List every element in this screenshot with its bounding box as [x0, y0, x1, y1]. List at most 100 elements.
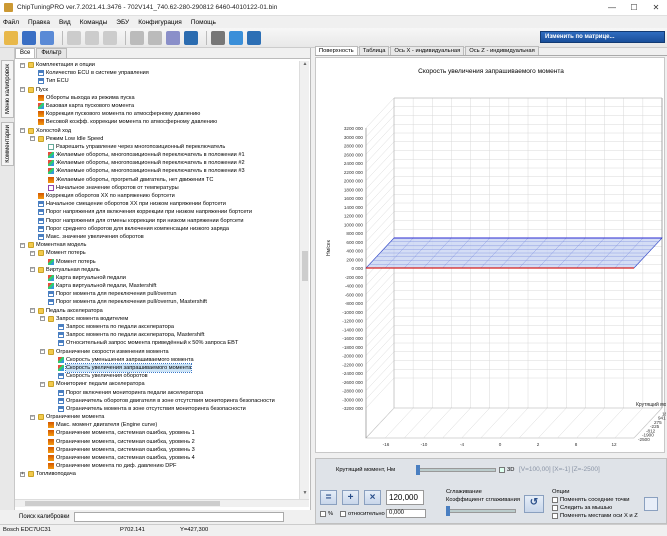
tree-horizontal-scrollbar[interactable] — [15, 499, 309, 507]
value-input[interactable]: 120,000 — [386, 490, 424, 505]
tree-item[interactable]: Скорость увеличения оборотов — [15, 372, 299, 380]
tree-vertical-scrollbar[interactable]: ▲ ▼ — [299, 61, 309, 499]
maximize-button[interactable]: ☐ — [623, 0, 645, 16]
collapse-icon[interactable]: − — [30, 414, 35, 420]
menu-ecu[interactable]: ЭБУ — [116, 19, 129, 26]
tree-item[interactable]: Порог включения мониторинга педали аксел… — [15, 389, 299, 397]
tree-item[interactable]: − Педаль акселератора — [15, 307, 299, 315]
menu-file[interactable]: Файл — [3, 19, 19, 26]
tree-item[interactable]: Ограничение момента, системная ошибка, у… — [15, 429, 299, 437]
collapse-icon[interactable]: − — [20, 128, 25, 133]
tree-item[interactable]: Желаемые обороты, многопозиционный перек… — [15, 159, 299, 167]
globe-icon[interactable] — [229, 30, 243, 45]
tools-icon[interactable] — [211, 30, 225, 45]
minimize-button[interactable]: — — [601, 0, 623, 16]
tree-item[interactable]: + Топливоподача — [15, 470, 299, 478]
tree-item[interactable]: Ограничение момента по диф. давлению DPF — [15, 462, 299, 470]
tab-axis-z[interactable]: Ось Z - индивидуальная — [465, 46, 539, 55]
tree-item[interactable]: Порог момента для переключения pull/over… — [15, 290, 299, 298]
collapse-icon[interactable]: − — [20, 242, 25, 248]
close-button[interactable]: ✕ — [645, 0, 667, 16]
tree-item[interactable]: Карта виртуальной педали — [15, 274, 299, 282]
collapse-icon[interactable]: − — [20, 62, 25, 68]
collapse-icon[interactable]: − — [20, 87, 25, 93]
tree-item[interactable]: Весовой коэфф. коррекции момента по атмо… — [15, 118, 299, 126]
tree-item[interactable]: Порог среднего оборотов для включения ко… — [15, 225, 299, 233]
tree-item[interactable]: − Моментная модель — [15, 241, 299, 249]
vtab-comments[interactable]: Комментарии — [1, 122, 14, 166]
tree-item[interactable]: Порог момента для переключения pull/over… — [15, 298, 299, 306]
tree-item[interactable]: Относительный запрос момента приведённый… — [15, 339, 299, 347]
tree-item[interactable]: − Ограничение момента — [15, 413, 299, 421]
scroll-up-icon[interactable]: ▲ — [300, 61, 310, 70]
chart-svg[interactable]: 3200 0003000 0002800 0002600 0002400 000… — [316, 58, 666, 454]
tab-all[interactable]: Все — [15, 48, 36, 58]
tree-item[interactable]: Порог напряжения для включения коррекции… — [15, 208, 299, 216]
expand-icon[interactable]: + — [20, 471, 25, 477]
tab-table[interactable]: Таблица — [358, 46, 390, 55]
tree-item[interactable]: − Ограничение скорости изменения момента — [15, 348, 299, 356]
tree-item[interactable]: Ограничение момента, системная ошибка, у… — [15, 438, 299, 446]
compare-icon[interactable] — [130, 30, 144, 45]
vtab-calibration-menu[interactable]: Меню калибровок — [1, 60, 14, 118]
tree-item[interactable]: Момент потерь — [15, 258, 299, 266]
cut-icon[interactable] — [67, 30, 81, 45]
tab-axis-x[interactable]: Ось X - индивидуальная — [390, 46, 465, 55]
tree-item[interactable]: − Момент потерь — [15, 249, 299, 257]
tree-item[interactable]: − Пуск — [15, 86, 299, 94]
tree-item[interactable]: Ограничение момента, системная ошибка, у… — [15, 454, 299, 462]
tree-item[interactable]: − Холостой ход — [15, 127, 299, 135]
tree-item[interactable]: Макс. момент двигателя (Engine curve) — [15, 421, 299, 429]
menu-config[interactable]: Конфигурация — [138, 19, 182, 26]
tree-item[interactable]: Количество ECU в системе управления — [15, 69, 299, 77]
tree-item[interactable]: Запрос момента по педали акселератора, M… — [15, 331, 299, 339]
tree-item[interactable]: Макс. значение увеличения оборотов — [15, 233, 299, 241]
tree-item[interactable]: Порог напряжения для отмены коррекции пр… — [15, 217, 299, 225]
tree-item[interactable]: − Запрос момента водителем — [15, 315, 299, 323]
paste-icon[interactable] — [103, 30, 117, 45]
checkbox-3d[interactable] — [499, 467, 505, 473]
save-icon[interactable] — [22, 30, 36, 45]
menu-edit[interactable]: Правка — [28, 19, 50, 26]
tree-item[interactable]: Ограничитель момента в зоне отсутствия м… — [15, 405, 299, 413]
collapse-icon[interactable]: − — [30, 308, 35, 314]
tree-item[interactable]: − Режим Low Idle Speed — [15, 135, 299, 143]
checkbox-follow-mouse[interactable] — [552, 505, 558, 511]
scroll-down-icon[interactable]: ▼ — [300, 490, 310, 499]
collapse-icon[interactable]: − — [40, 349, 45, 355]
plus-button[interactable]: + — [342, 490, 359, 505]
collapse-icon[interactable]: − — [40, 316, 45, 322]
tree-item[interactable]: Базовая карта пускового момента — [15, 102, 299, 110]
collapse-icon[interactable]: − — [30, 267, 35, 273]
relative-value-input[interactable]: 0,000 — [386, 509, 426, 518]
navigate-icon[interactable] — [184, 30, 198, 45]
tab-surface[interactable]: Поверхность — [315, 46, 358, 55]
tree-item[interactable]: Обороты выхода из режима пуска — [15, 94, 299, 102]
tree-item[interactable]: Желаемые обороты, многопозиционный перек… — [15, 167, 299, 175]
menu-view[interactable]: Вид — [59, 19, 71, 26]
collapse-icon[interactable]: − — [30, 250, 35, 256]
save-as-icon[interactable] — [40, 30, 54, 45]
tree-item[interactable]: Желаемые обороты, прогретый двигатель, н… — [15, 176, 299, 184]
menu-help[interactable]: Помощь — [191, 19, 216, 26]
checkbox-swap-axes[interactable] — [552, 513, 558, 519]
tree-item[interactable]: − Комплектация и опции — [15, 61, 299, 69]
tree-item[interactable]: Коррекция пускового момента по атмосферн… — [15, 110, 299, 118]
tree-item[interactable]: Ограничитель оборотов двигателя в зоне о… — [15, 397, 299, 405]
menu-commands[interactable]: Команды — [80, 19, 108, 26]
tree-item[interactable]: Карта виртуальной педали, Mastershift — [15, 282, 299, 290]
tree-item[interactable]: Ограничение момента, системная ошибка, у… — [15, 446, 299, 454]
matrix-selector[interactable]: Изменить по матрице... — [540, 31, 665, 43]
copy-icon[interactable] — [85, 30, 99, 45]
torque-slider[interactable] — [416, 468, 496, 472]
tree-item[interactable]: Начальное смещение оборотов ХХ при низко… — [15, 200, 299, 208]
slider-handle[interactable] — [416, 465, 420, 475]
checkbox-swap-adjacent[interactable] — [552, 497, 558, 503]
checkbox-percent[interactable] — [320, 511, 326, 517]
smoothing-slider[interactable] — [446, 509, 516, 513]
tree-item[interactable]: Желаемые обороты, многопозиционный перек… — [15, 151, 299, 159]
help-icon[interactable] — [247, 30, 261, 45]
tree-item[interactable]: − Мониторинг педали акселератора — [15, 380, 299, 388]
surface-chart[interactable]: Скорость увеличения запрашиваемого момен… — [315, 57, 666, 454]
undo-icon[interactable] — [148, 30, 162, 45]
